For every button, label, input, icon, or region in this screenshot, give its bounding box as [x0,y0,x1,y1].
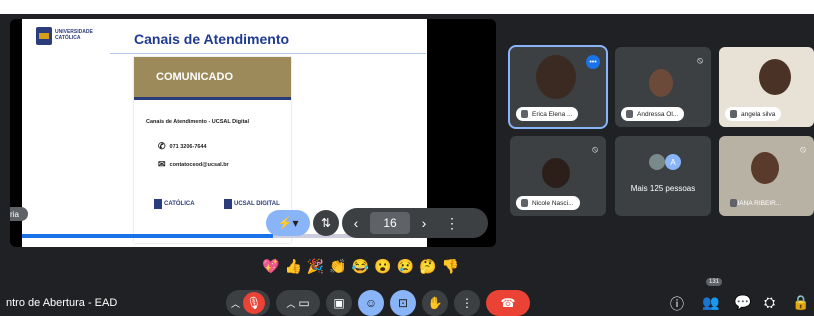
participant-tile[interactable]: ⦸ Nicole Nasci... [510,136,606,216]
reaction-clap-icon[interactable]: 👏 [329,258,346,275]
reaction-surprised-icon[interactable]: 😮 [374,258,391,275]
raise-hand-button[interactable]: ✋ [422,290,448,316]
chat-icon[interactable]: 💬 [734,294,751,311]
leave-call-button[interactable]: ☎ [486,290,530,316]
footer-logo-ucsal: UCSAL DIGITAL [224,199,280,209]
slide-page-number[interactable]: 16 [370,212,410,234]
laser-pointer-icon: ⚡▾ [277,216,299,230]
email-text: contatoceod@ucsal.br [169,161,229,168]
avatar [649,154,665,170]
participant-tile[interactable]: ⦸ LUANA RIBEIR... [719,136,814,216]
emoji-icon: ☺ [364,296,378,310]
mic-off-icon: ⦸ [800,144,806,154]
mic-button[interactable]: ︿ 🎙 [226,290,270,316]
slide-title: Canais de Atendimento [134,31,290,47]
participant-name: LUANA RIBEIR... [725,196,787,210]
end-call-icon: ☎ [500,296,516,310]
pointer-icon: ⇅ [320,216,332,230]
reaction-heart-icon[interactable]: 💖 [262,258,279,275]
slide-divider [110,53,426,54]
reaction-party-icon[interactable]: 🎉 [307,258,324,275]
captions-button[interactable]: ▣ [326,290,352,316]
mail-icon: ✉ [158,159,166,169]
emoji-button[interactable]: ☺ [358,290,384,316]
people-icon[interactable]: 👥 [702,294,719,311]
annotate-button[interactable]: ⇅ [313,210,339,236]
reaction-thumbs-up-icon[interactable]: 👍 [284,258,301,275]
reaction-thinking-icon[interactable]: 🤔 [419,258,436,275]
reaction-thumbs-down-icon[interactable]: 👎 [442,258,459,275]
reaction-sad-icon[interactable]: 😢 [397,258,414,275]
mic-off-icon: ⦸ [592,144,598,154]
participant-tile[interactable]: ⦸ Andressa Ol... [615,47,711,127]
whatsapp-icon: ✆ [158,141,166,151]
participant-video [542,158,570,188]
slide-more-button[interactable]: ⋮ [438,209,466,237]
university-logo: UNIVERSIDADE CATÓLICA [36,27,96,49]
info-icon[interactable]: ⓘ [670,294,684,314]
participant-video [536,55,576,99]
meeting-title: ntro de Abertura - EAD [6,297,118,309]
panel-bar [134,97,291,100]
slide-progress-fill [22,234,274,238]
side-label: ria [10,207,28,221]
footer-logo-text: CATÓLICA [164,201,195,207]
top-white-bar [0,0,814,14]
more-vert-icon: ⋮ [445,214,459,231]
logo-text: UNIVERSIDADE CATÓLICA [55,29,93,41]
footer-logo-text: UCSAL DIGITAL [234,201,280,207]
footer-logo-catolica: CATÓLICA [154,199,195,209]
chevron-left-icon: ‹ [353,215,359,231]
slide-navigation: ‹ 16 › ⋮ [342,208,488,238]
email-row: ✉ contatoceod@ucsal.br [158,159,229,170]
laser-pointer-button[interactable]: ⚡▾ [266,210,310,236]
reaction-laugh-icon[interactable]: 😂 [352,258,369,275]
activities-icon[interactable]: ⛭ [764,294,775,311]
chevron-right-icon: › [421,215,427,231]
host-controls-icon[interactable]: 🔒 [792,294,809,311]
logo-mark-icon [36,27,52,45]
participant-video [649,69,673,97]
avatar-letter: A [665,154,681,170]
phone-text: 071 3206-7644 [169,143,207,150]
participant-name: Andressa Ol... [621,107,685,121]
prev-slide-button[interactable]: ‹ [342,209,370,237]
participant-name: angela silva [725,107,782,121]
panel-header: COMUNICADO [134,57,291,97]
next-slide-button[interactable]: › [410,209,438,237]
participant-video [759,59,791,95]
participant-video [751,152,779,184]
mic-off-icon: ⦸ [697,55,703,65]
people-count-badge: 131 [706,278,723,286]
raise-hand-icon: ✋ [427,296,443,310]
chevron-up-icon: ︿ [230,298,240,309]
camera-icon: ▭ [298,296,310,310]
participant-tile[interactable]: angela silva [719,47,814,127]
present-button[interactable]: ⊡ [390,290,416,316]
camera-button[interactable]: ︿ ▭ [276,290,320,316]
reaction-bar: 💖 👍 🎉 👏 😂 😮 😢 🤔 👎 [262,258,459,275]
participant-tile[interactable]: ••• Erica Elena ... [508,45,608,129]
more-participants-tile[interactable]: A Mais 125 pessoas [615,136,711,216]
more-options-button[interactable]: ⋮ [454,290,480,316]
more-participants-label: Mais 125 pessoas [630,184,696,193]
participant-name: Erica Elena ... [516,107,579,121]
phone-row: ✆ 071 3206-7644 [158,141,207,152]
present-icon: ⊡ [397,296,409,310]
footer-logo-mark-icon [224,199,232,209]
speaking-indicator-icon: ••• [586,55,600,69]
more-vert-icon: ⋮ [461,296,473,310]
participant-name: Nicole Nasci... [516,196,580,210]
panel-subtitle: Canais de Atendimento - UCSAL Digital [146,119,249,125]
captions-icon: ▣ [333,296,345,310]
chevron-up-icon: ︿ [286,298,296,309]
footer-logo-mark-icon [154,199,162,209]
mic-off-icon: 🎙 [243,292,265,314]
meeting-stage: UNIVERSIDADE CATÓLICA Canais de Atendime… [0,14,814,316]
